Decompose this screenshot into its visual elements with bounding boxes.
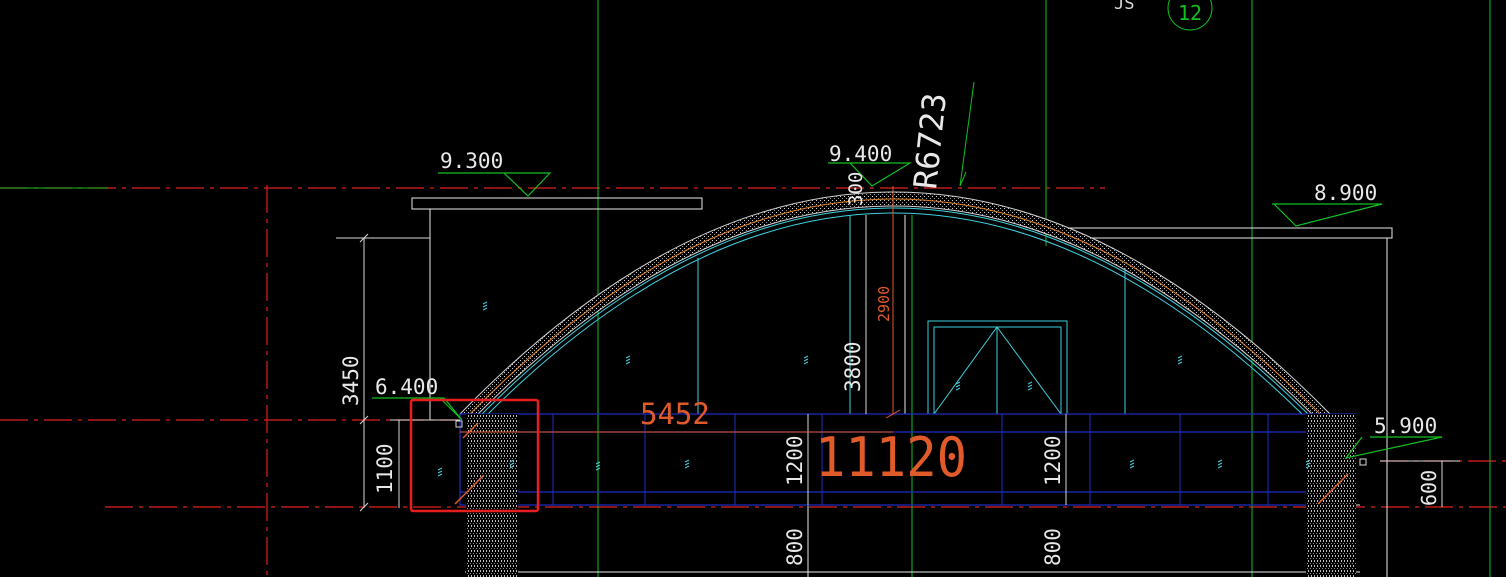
glass-hatch-mark	[482, 301, 488, 305]
glass-hatch-mark	[1177, 358, 1183, 362]
glass-hatch-mark	[1129, 459, 1135, 463]
elevation-left-eave: 6.400	[375, 375, 438, 399]
dim-lower-left: 800	[783, 528, 807, 566]
dim-chord-orange: 5452	[640, 397, 710, 431]
dim-left-total: 3450	[339, 355, 363, 406]
grip-point[interactable]	[455, 420, 463, 428]
door-swing-1	[933, 326, 998, 415]
dim-beam-right: 1200	[1041, 435, 1065, 486]
grid-bubble-number: 12	[1178, 1, 1202, 25]
elevation-right-eave: 5.900	[1374, 414, 1437, 438]
dim-rise-orange: 2900	[875, 286, 893, 322]
glass-hatch-mark	[955, 387, 961, 391]
elevation-marker-left-eave	[372, 397, 463, 421]
glass-hatch-mark	[1217, 465, 1223, 469]
cad-drawing-canvas[interactable]: JS 12 9.300 9.400 8.900 6.400 5.900 R672…	[0, 0, 1506, 577]
dome-shell-fill	[458, 191, 1332, 415]
grip-point-right[interactable]	[1359, 458, 1367, 466]
glass-hatch-mark	[803, 355, 809, 359]
dome-inner-cyan-2	[487, 212, 1303, 415]
dim-beam-left: 1200	[783, 435, 807, 486]
glass-hatch-mark	[684, 462, 690, 466]
grid-lines	[0, 0, 1491, 577]
structure-outlines	[411, 197, 1393, 577]
glass-hatch-mark	[1217, 459, 1223, 463]
glass-hatch-mark	[1027, 381, 1033, 385]
glass-hatch-mark	[1129, 465, 1135, 469]
door-swing-2	[996, 326, 1062, 415]
glass-hatch-mark	[437, 473, 443, 477]
glass-hatch-mark	[437, 467, 443, 471]
roof-slab-right	[1059, 227, 1393, 239]
glass-hatch-mark	[684, 459, 690, 463]
glass-hatch-mark	[482, 307, 488, 311]
elevation-marker-left-roof	[438, 172, 552, 197]
dim-right-parapet: 600	[1417, 470, 1441, 506]
dim-left-parapet: 1100	[373, 443, 397, 494]
dim-crown-thickness: 300	[845, 172, 867, 206]
glass-hatch-mark	[1177, 361, 1183, 365]
leader-radius	[959, 81, 975, 187]
glass-hatch-mark	[955, 384, 961, 388]
elevation-marker-crown	[828, 162, 913, 187]
dome-section	[458, 191, 1332, 415]
glass-hatch-mark	[803, 361, 809, 365]
grid-bubble-note: JS	[1114, 0, 1134, 14]
roof-slab-left	[411, 197, 703, 210]
orange-dimensions	[460, 186, 901, 433]
dim-rise-white: 3800	[841, 341, 865, 392]
glass-hatch-mark	[1027, 384, 1033, 388]
glass-hatch-mark	[437, 470, 443, 474]
elevation-marker-right-roof	[1272, 203, 1383, 227]
glass-hatch-mark	[625, 355, 631, 359]
elevation-left-roof: 9.300	[440, 149, 503, 173]
glass-hatch-mark	[684, 465, 690, 469]
glass-hatch-mark	[1027, 387, 1033, 391]
dome-inner-cyan-1	[481, 207, 1309, 415]
glass-hatch-mark	[1217, 462, 1223, 466]
elevation-marker-right-eave	[1344, 436, 1443, 459]
glass-hatch-mark	[625, 361, 631, 365]
column-right-stipple	[1306, 414, 1356, 577]
column-left-stipple	[466, 414, 518, 577]
elevation-right-roof: 8.900	[1314, 181, 1377, 205]
elevation-crown: 9.400	[829, 142, 892, 166]
dim-lower-right: 800	[1041, 528, 1065, 566]
glass-hatch-mark	[1177, 355, 1183, 359]
radius-label: R6723	[906, 91, 954, 191]
dim-span-orange: 11120	[815, 426, 967, 489]
glass-hatch-mark	[625, 358, 631, 362]
glass-hatch-mark	[1129, 462, 1135, 466]
glass-hatch-mark	[803, 358, 809, 362]
glass-hatch-mark	[482, 304, 488, 308]
